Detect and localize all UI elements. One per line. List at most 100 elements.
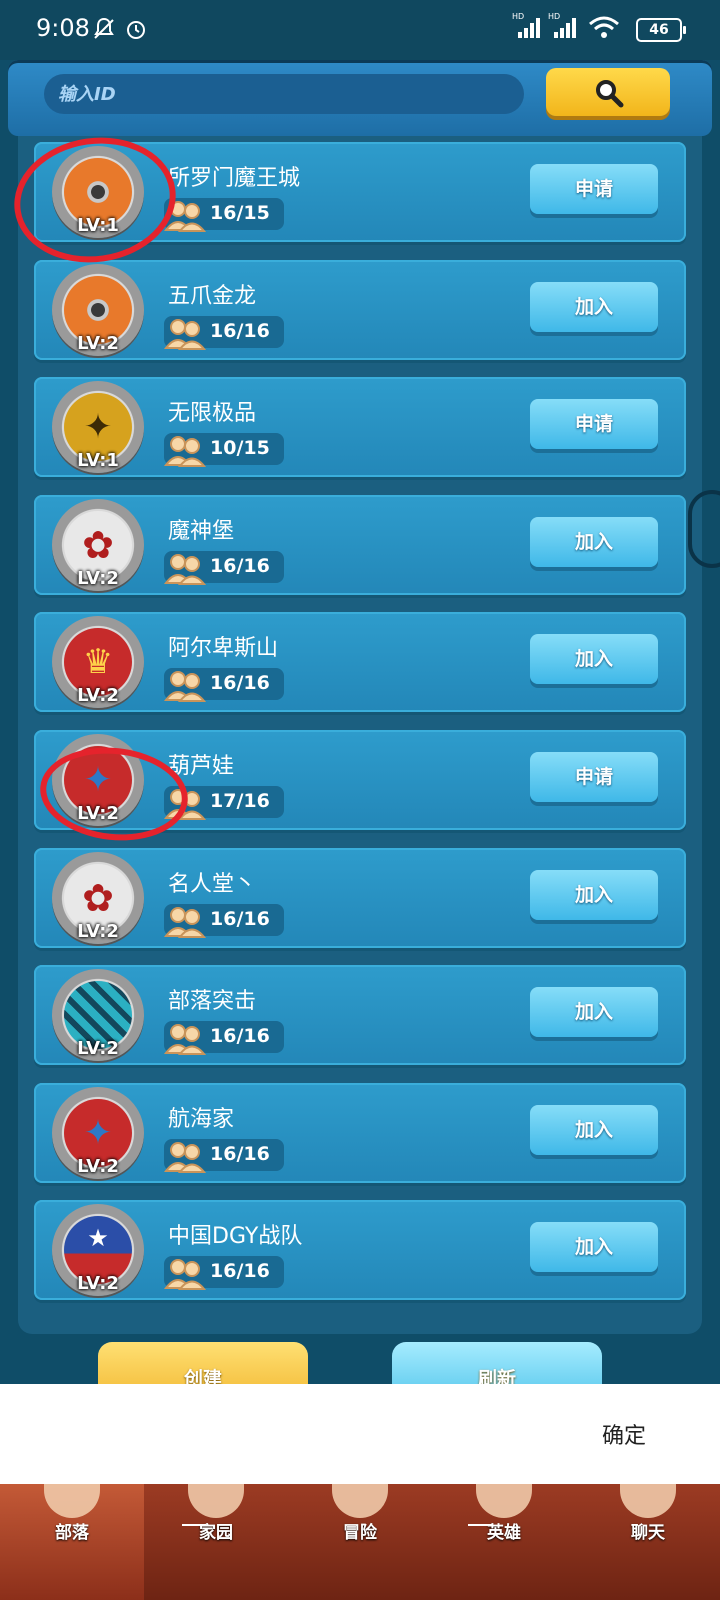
tribe-name: 魔神堡 xyxy=(168,518,235,544)
system-menu-icon[interactable] xyxy=(182,1524,206,1526)
tribe-emblem-teal-shield: LV:2 xyxy=(52,969,144,1062)
tribe-emblem-crown: ♛ LV:2 xyxy=(52,616,144,709)
members-icon xyxy=(164,318,207,350)
members-icon xyxy=(164,906,207,938)
members-icon xyxy=(164,1259,207,1291)
search-button[interactable] xyxy=(546,68,670,116)
tribe-row[interactable]: ✦ LV:2 航海家 16/16 加入 xyxy=(34,1082,686,1183)
search-icon xyxy=(596,80,624,108)
tribe-row[interactable]: ✿ LV:2 名人堂丶 16/16 加入 xyxy=(34,847,686,948)
tribe-emblem-maple-leaf: ✿ LV:2 xyxy=(52,851,144,944)
tribe-row[interactable]: ✿ LV:2 魔神堡 16/16 加入 xyxy=(34,494,686,595)
member-count: 16/16 xyxy=(164,903,284,938)
member-count-value: 16/16 xyxy=(210,672,270,695)
tribe-level: LV:2 xyxy=(77,685,119,707)
member-count-value: 16/16 xyxy=(210,554,270,577)
alarm-icon xyxy=(127,21,145,39)
tribe-row[interactable]: ★ LV:2 中国DGY战队 16/16 加入 xyxy=(34,1200,686,1301)
tribe-row[interactable]: LV:2 五爪金龙 16/16 加入 xyxy=(34,259,686,360)
member-count: 16/16 xyxy=(164,1021,284,1056)
nav-label: 家园 xyxy=(199,1523,233,1543)
member-count-value: 16/16 xyxy=(210,1142,270,1165)
search-bar xyxy=(8,60,712,136)
nav-home[interactable]: 家园 xyxy=(144,1484,288,1600)
join-button[interactable]: 加入 xyxy=(530,281,658,332)
member-count-value: 16/16 xyxy=(210,907,270,930)
member-count-value: 16/16 xyxy=(210,1260,270,1283)
join-button[interactable]: 加入 xyxy=(530,987,658,1038)
join-button[interactable]: 加入 xyxy=(530,1104,658,1155)
join-button[interactable]: 加入 xyxy=(530,1222,658,1273)
nav-label: 部落 xyxy=(55,1523,89,1543)
nav-adventure[interactable]: 冒险 xyxy=(288,1484,432,1600)
members-icon xyxy=(164,553,207,585)
tribe-name: 所罗门魔王城 xyxy=(168,166,301,191)
signal1-icon xyxy=(518,18,540,38)
members-icon xyxy=(164,671,207,703)
nav-label: 英雄 xyxy=(487,1523,521,1543)
member-count-value: 17/16 xyxy=(210,790,270,812)
nav-chat[interactable]: 聊天 xyxy=(576,1484,720,1600)
tribe-row[interactable]: LV:2 部落突击 16/16 加入 xyxy=(34,965,686,1066)
member-count-value: 16/16 xyxy=(210,319,270,342)
status-bar: 9:08 HD HD 46 xyxy=(0,0,720,60)
join-button[interactable]: 申请 xyxy=(530,164,658,214)
members-icon xyxy=(164,1024,207,1056)
tribe-level: LV:2 xyxy=(77,920,119,942)
tribe-level: LV:2 xyxy=(77,567,119,589)
tribe-name: 阿尔卑斯山 xyxy=(168,636,279,662)
member-count: 16/16 xyxy=(164,550,284,585)
mute-bell-icon xyxy=(94,17,114,39)
wifi-icon xyxy=(589,16,619,38)
nav-tribe-icon xyxy=(44,1484,100,1518)
member-count: 16/16 xyxy=(164,668,284,703)
tribe-row[interactable]: ♛ LV:2 阿尔卑斯山 16/16 加入 xyxy=(34,612,686,713)
tribe-level: LV:1 xyxy=(77,450,119,472)
tribe-emblem-orange-shuriken: LV:2 xyxy=(52,263,144,356)
bottom-sheet: 确定 xyxy=(0,1384,720,1484)
nav-chat-icon xyxy=(620,1484,676,1518)
tribe-name: 无限极品 xyxy=(168,401,257,427)
member-count: 10/15 xyxy=(164,433,284,468)
join-button[interactable]: 加入 xyxy=(530,869,658,920)
battery-icon: 46 xyxy=(636,18,686,42)
tribe-name: 航海家 xyxy=(168,1106,235,1132)
nav-tribe[interactable]: 部落 xyxy=(0,1484,144,1600)
tribe-level: LV:2 xyxy=(77,1155,119,1177)
signal2-icon xyxy=(554,18,576,38)
tribe-level: LV:2 xyxy=(77,332,119,354)
join-button[interactable]: 申请 xyxy=(530,752,658,802)
join-button[interactable]: 申请 xyxy=(530,399,658,450)
tribe-name: 中国DGY战队 xyxy=(168,1224,303,1250)
nav-heroes-icon xyxy=(476,1484,532,1518)
join-button[interactable]: 加入 xyxy=(530,634,658,685)
nav-home-icon xyxy=(188,1484,244,1518)
tribe-emblem-gold-eagle: ✦ LV:1 xyxy=(52,381,144,474)
tribe-emblem-blue-eagle: ✦ LV:2 xyxy=(52,1086,144,1179)
member-count: 16/16 xyxy=(164,1256,284,1291)
status-time: 9:08 xyxy=(36,14,90,42)
bottom-nav: 部落 家园 冒险 英雄 聊天 xyxy=(0,1484,720,1600)
side-handle[interactable] xyxy=(688,490,720,568)
tribe-name: 部落突击 xyxy=(168,989,257,1015)
members-icon xyxy=(164,1141,207,1173)
search-input[interactable] xyxy=(44,74,524,114)
tribe-name: 名人堂丶 xyxy=(168,871,257,897)
member-count-value: 16/16 xyxy=(210,1025,270,1048)
member-count: 16/16 xyxy=(164,315,284,350)
nav-label: 聊天 xyxy=(631,1523,665,1543)
nav-label: 冒险 xyxy=(343,1523,377,1543)
tribe-row[interactable]: ✦ LV:1 无限极品 10/15 申请 xyxy=(34,377,686,478)
member-count: 16/16 xyxy=(164,1138,284,1173)
member-count: 16/15 xyxy=(164,198,284,232)
tribe-emblem-maple-leaf: ✿ LV:2 xyxy=(52,498,144,591)
members-icon xyxy=(164,436,207,468)
tribe-emblem-star-tent: ★ LV:2 xyxy=(52,1204,144,1297)
confirm-button[interactable]: 确定 xyxy=(602,1418,646,1450)
tribe-level: LV:2 xyxy=(77,1273,119,1295)
member-count-value: 16/15 xyxy=(210,202,270,224)
join-button[interactable]: 加入 xyxy=(530,516,658,567)
member-count-value: 10/15 xyxy=(210,437,270,460)
system-back-icon[interactable] xyxy=(468,1524,492,1526)
nav-heroes[interactable]: 英雄 xyxy=(432,1484,576,1600)
